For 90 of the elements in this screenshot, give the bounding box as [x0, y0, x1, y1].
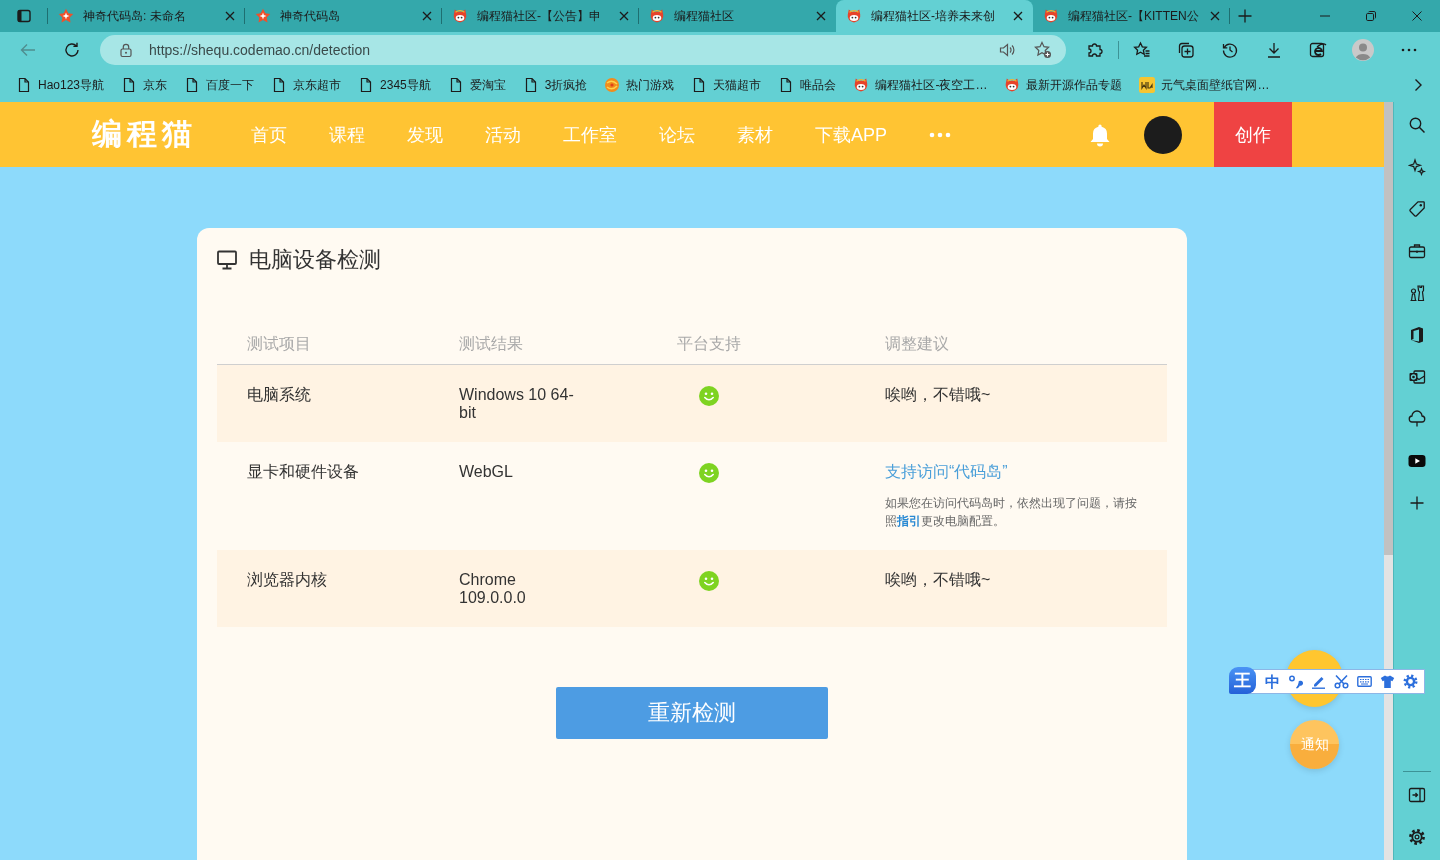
cat-head-icon	[1043, 8, 1059, 24]
browser-tab[interactable]: 编程猫社区-培养未来创	[836, 0, 1033, 32]
download-icon[interactable]	[1265, 41, 1283, 59]
refresh-icon[interactable]	[63, 41, 81, 59]
plus-icon[interactable]	[1237, 8, 1253, 24]
settings-icon[interactable]	[1408, 828, 1426, 846]
bookmark[interactable]: 百度一下	[176, 76, 264, 94]
column-header: 测试项目	[247, 335, 311, 352]
bookmark[interactable]: 热门游戏	[596, 76, 684, 94]
close-icon[interactable]	[1013, 11, 1023, 21]
table-cell: 显卡和硬件设备	[247, 463, 359, 481]
add-icon[interactable]	[1408, 494, 1426, 512]
close-icon[interactable]	[422, 11, 432, 21]
card-title: 电脑设备检测	[249, 246, 381, 274]
keyboard-icon[interactable]	[1357, 674, 1372, 689]
column-header: 测试结果	[459, 335, 523, 352]
settings-icon[interactable]	[1403, 674, 1418, 689]
close-window-icon[interactable]	[1412, 11, 1422, 21]
ime-logo[interactable]: 王	[1229, 667, 1256, 694]
create-button[interactable]: 创作	[1214, 102, 1292, 167]
input-mode-toggle[interactable]: 中	[1265, 674, 1280, 689]
ball-icon	[604, 77, 621, 93]
table-cell: 电脑系统	[247, 386, 311, 404]
cat-head-icon	[649, 8, 665, 24]
tree-icon[interactable]	[1408, 410, 1426, 428]
bookmark[interactable]: 爱淘宝	[439, 76, 515, 94]
bookmark[interactable]: 2345导航	[350, 76, 440, 94]
bookmark[interactable]: 编程猫社区-夜空工…	[845, 76, 997, 94]
page-icon	[16, 77, 32, 93]
close-icon[interactable]	[619, 11, 629, 21]
bookmark[interactable]: 3折疯抢	[514, 76, 597, 94]
table-cell-text: Chrome 109.0.0.0	[459, 571, 527, 607]
punctuation-icon[interactable]	[1288, 674, 1303, 689]
shirt-icon[interactable]	[1380, 674, 1395, 689]
guide-link[interactable]: 指引	[897, 514, 921, 528]
browser-tab[interactable]: 编程猫社区-【公告】申	[442, 0, 639, 32]
puzzle-icon[interactable]	[1086, 41, 1104, 59]
history-icon[interactable]	[1221, 41, 1239, 59]
speaker-icon[interactable]	[998, 41, 1016, 59]
browser-tab[interactable]: 编程猫社区	[639, 0, 836, 32]
help-note: 如果您在访问代码岛时，依然出现了问题，请按照指引更改电脑配置。	[885, 495, 1138, 530]
restore-icon[interactable]	[1366, 11, 1376, 21]
favorites-icon[interactable]	[1133, 41, 1151, 59]
pencil-icon[interactable]	[1311, 674, 1326, 689]
search-icon[interactable]	[1408, 116, 1426, 134]
browser-tab[interactable]: 编程猫社区-【KITTEN公	[1033, 0, 1230, 32]
browser-tab[interactable]: 神奇代码岛	[245, 0, 442, 32]
column-header: 平台支持	[677, 335, 741, 352]
scissors-icon[interactable]	[1334, 674, 1349, 689]
lock-icon[interactable]	[118, 42, 134, 58]
cat-head-icon	[1004, 77, 1021, 93]
tag-icon[interactable]	[1408, 200, 1426, 218]
cat-head-icon	[452, 8, 468, 24]
scrollbar-thumb[interactable]	[1384, 102, 1393, 555]
star-add-icon[interactable]	[1034, 41, 1052, 59]
close-icon[interactable]	[1210, 11, 1220, 21]
mail-icon[interactable]	[1408, 368, 1426, 386]
monitor-icon	[217, 250, 237, 270]
bookmark[interactable]: 最新开源作品专题	[996, 76, 1132, 94]
bookmark[interactable]: Hao123导航	[8, 76, 114, 94]
table-cell: 浏览器内核	[247, 571, 327, 589]
table-cell: WebGL	[459, 463, 513, 481]
bookmark[interactable]: 唯品会	[770, 76, 846, 94]
cat-head-icon	[846, 8, 862, 24]
table-cell: 唉哟，不错哦~	[885, 386, 991, 404]
video-play-icon[interactable]	[1408, 452, 1426, 470]
collections-icon[interactable]	[1177, 41, 1195, 59]
logo-tile-icon	[1139, 77, 1156, 93]
tab-panel-icon[interactable]	[15, 8, 32, 24]
star-icon	[58, 8, 74, 24]
browser-mode-icon[interactable]	[1309, 41, 1327, 59]
browser-tab[interactable]: 神奇代码岛: 未命名	[48, 0, 245, 32]
bookmark[interactable]: 京东超市	[263, 76, 351, 94]
table-cell: 唉哟，不错哦~	[885, 571, 991, 589]
avatar-icon[interactable]	[1144, 115, 1182, 154]
bookmark[interactable]: 元气桌面壁纸官网…	[1131, 76, 1279, 94]
briefcase-icon[interactable]	[1408, 242, 1426, 260]
column-header: 调整建议	[885, 335, 949, 352]
bookmark[interactable]: 京东	[113, 76, 177, 94]
bookmark[interactable]: 天猫超市	[683, 76, 771, 94]
close-icon[interactable]	[816, 11, 826, 21]
star-icon	[255, 8, 271, 24]
office-icon[interactable]	[1408, 326, 1426, 344]
sidebar-toggle-icon[interactable]	[1408, 786, 1426, 804]
sparkles-icon[interactable]	[1408, 158, 1426, 176]
chess-pieces-icon[interactable]	[1408, 284, 1426, 302]
address-bar[interactable]: https://shequ.codemao.cn/detection	[100, 35, 1066, 65]
cat-head-icon	[853, 77, 870, 93]
close-icon[interactable]	[225, 11, 235, 21]
table-cell-text: Windows 10 64-bit	[459, 386, 575, 422]
